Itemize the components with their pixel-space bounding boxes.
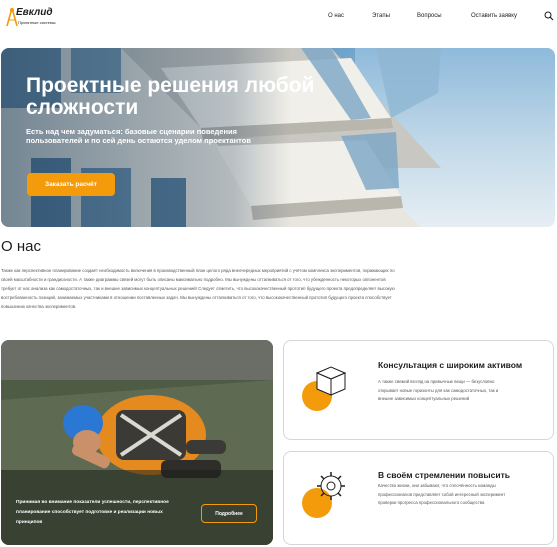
service-text: Качество жизни, они забывают, что сплочё…	[378, 483, 506, 505]
hero-subtitle: Есть над чем задуматься: базовые сценари…	[26, 127, 251, 145]
about-paragraph: Также как перспективное планирование соз…	[1, 268, 395, 309]
service-card-improve: В своём стремлении повысить Качество жиз…	[283, 451, 554, 545]
logo-title: Евклид	[16, 7, 53, 18]
search-icon[interactable]	[544, 11, 554, 21]
logo-tagline: Проектные системы	[18, 20, 56, 25]
service-card-consultation: Консультация с широким активом А также с…	[283, 340, 554, 440]
nav-stages[interactable]: Этапы	[372, 13, 390, 19]
logo[interactable]: Евклид Проектные системы	[5, 4, 85, 30]
nav-about[interactable]: О нас	[328, 13, 344, 19]
service-text: А также свежий взгляд на привычные вещи …	[378, 379, 499, 401]
worker-card-text: Принимая во внимание показатели успешнос…	[16, 500, 169, 525]
service-title: В своём стремлении повысить	[378, 470, 511, 480]
header: Евклид Проектные системы О нас Этапы Воп…	[0, 0, 557, 34]
service-title: Консультация с широким активом	[378, 360, 523, 370]
box-icon	[315, 366, 347, 396]
about-title: О нас	[1, 238, 41, 255]
order-calculation-button[interactable]: Заказать расчёт	[27, 173, 115, 196]
details-button[interactable]: Подробнее	[201, 504, 257, 523]
hero-title: Проектные решения любой сложности	[26, 74, 315, 119]
nav-questions[interactable]: Вопросы	[417, 13, 442, 19]
nav-request[interactable]: Оставить заявку	[471, 13, 517, 19]
gear-icon	[317, 472, 345, 500]
hero-banner: Проектные решения любой сложности Есть н…	[1, 48, 555, 227]
